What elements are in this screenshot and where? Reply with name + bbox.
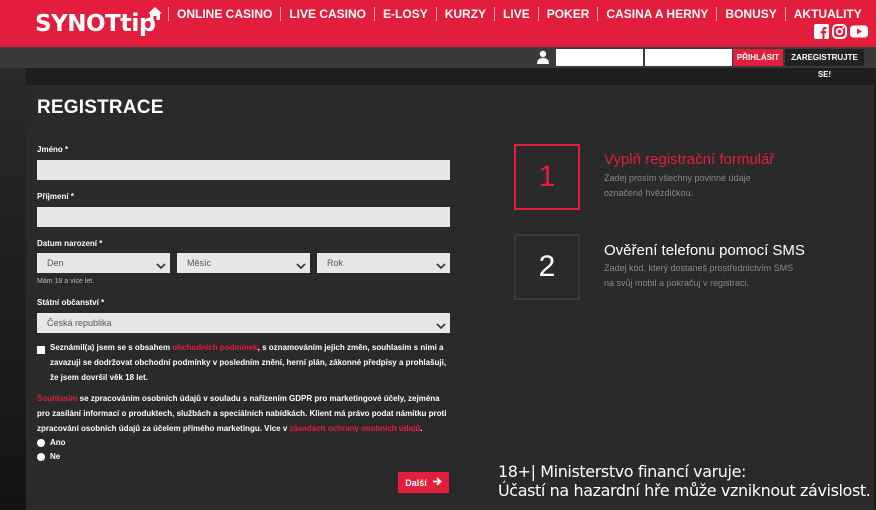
- step-1-number: 1: [514, 144, 580, 210]
- first-name-label: Jméno *: [37, 145, 69, 154]
- year-select[interactable]: Rok: [317, 253, 450, 273]
- last-name-label: Příjmení *: [37, 192, 74, 201]
- nav-live[interactable]: LIVE: [494, 6, 538, 21]
- radio-yes-label: Ano: [50, 438, 66, 447]
- gdpr-text-part2: .: [420, 424, 423, 433]
- citizenship-label: Státní občanství *: [37, 298, 105, 307]
- consent-yes-option[interactable]: Ano: [37, 438, 66, 447]
- last-name-input[interactable]: [37, 207, 450, 227]
- first-name-input[interactable]: [37, 160, 450, 180]
- top-bar: SYNOTtip ONLINE CASINO LIVE CASINO E-LOS…: [0, 0, 876, 47]
- terms-text: Seznámil(a) jsem se s obsahem obchodních…: [50, 340, 450, 385]
- facebook-icon[interactable]: [814, 24, 830, 39]
- nav-live-casino[interactable]: LIVE CASINO: [280, 6, 374, 21]
- nav-e-losy[interactable]: E-LOSY: [374, 6, 436, 21]
- username-input[interactable]: [556, 49, 643, 66]
- radio-no[interactable]: [37, 452, 45, 461]
- next-button-label: Další: [405, 477, 427, 488]
- gambling-warning: 18+| Ministerstvo financí varuje: Účastí…: [498, 462, 871, 500]
- step-2-description: Zadej kód, který dostaneš prostřednictví…: [604, 263, 794, 288]
- age-hint: Mám 18 a více let.: [37, 278, 95, 285]
- step-1-description: Zadej prosím všechny povinné údaje označ…: [604, 173, 751, 198]
- home-icon[interactable]: [142, 0, 168, 27]
- chevron-down-icon: [296, 258, 306, 270]
- radio-yes[interactable]: [37, 438, 45, 447]
- background-decoration: [0, 68, 26, 510]
- month-select[interactable]: Měsíc: [177, 253, 310, 273]
- chevron-down-icon: [436, 318, 446, 330]
- arrow-right-icon: [432, 477, 442, 488]
- terms-link[interactable]: obchodních podmínek: [172, 343, 257, 352]
- nav-aktuality[interactable]: AKTUALITY: [784, 6, 870, 21]
- radio-no-label: Ne: [50, 452, 61, 461]
- day-select-value: Den: [47, 258, 64, 268]
- main-nav: ONLINE CASINO LIVE CASINO E-LOSY KURZY L…: [142, 0, 870, 27]
- registration-panel: [26, 85, 874, 510]
- youtube-icon[interactable]: [850, 24, 868, 39]
- citizenship-select[interactable]: Česká republika: [37, 313, 450, 333]
- nav-kurzy[interactable]: KURZY: [435, 6, 494, 21]
- step-2-title: Ověření telefonu pomocí SMS: [604, 242, 805, 259]
- instagram-icon[interactable]: [832, 24, 848, 39]
- chevron-down-icon: [436, 258, 446, 270]
- citizenship-select-value: Česká republika: [47, 318, 112, 328]
- step-2-number: 2: [514, 234, 580, 300]
- consent-no-option[interactable]: Ne: [37, 452, 60, 461]
- privacy-policy-link[interactable]: zásadách ochrany osobních údajů: [290, 424, 421, 433]
- login-button[interactable]: PŘIHLÁSIT: [733, 49, 783, 66]
- terms-text-part1: Seznámil(a) jsem se s obsahem: [50, 343, 173, 352]
- warning-line-1: 18+| Ministerstvo financí varuje:: [498, 462, 747, 481]
- terms-checkbox[interactable]: [37, 346, 45, 354]
- day-select[interactable]: Den: [37, 253, 170, 273]
- login-bar: PŘIHLÁSIT ZAREGISTRUJTE SE!: [0, 47, 876, 79]
- social-links: [814, 24, 868, 39]
- logo-main-text: SYNOT: [35, 11, 121, 37]
- gdpr-text: Souhlasím se zpracováním osobních údajů …: [37, 391, 449, 436]
- register-button[interactable]: ZAREGISTRUJTE SE!: [785, 49, 864, 79]
- nav-bonusy[interactable]: BONUSY: [716, 6, 784, 21]
- password-input[interactable]: [645, 49, 732, 66]
- nav-online-casino[interactable]: ONLINE CASINO: [168, 6, 280, 21]
- year-select-value: Rok: [327, 258, 344, 268]
- nav-poker[interactable]: POKER: [537, 6, 598, 21]
- step-1-title: Vyplň registrační formulář: [604, 151, 775, 168]
- gdpr-consent-link[interactable]: Souhlasím: [37, 394, 77, 403]
- birthdate-label: Datum narození *: [37, 239, 103, 248]
- synottip-logo[interactable]: SYNOTtip: [35, 9, 156, 38]
- chevron-down-icon: [156, 258, 166, 270]
- next-button[interactable]: Další: [398, 472, 449, 493]
- user-icon: [537, 50, 549, 64]
- warning-line-2: Účastí na hazardní hře může vzniknout zá…: [498, 481, 871, 500]
- month-select-value: Měsíc: [187, 258, 212, 268]
- nav-casina-a-herny[interactable]: CASINA A HERNY: [597, 6, 716, 21]
- page-title: REGISTRACE: [37, 97, 164, 118]
